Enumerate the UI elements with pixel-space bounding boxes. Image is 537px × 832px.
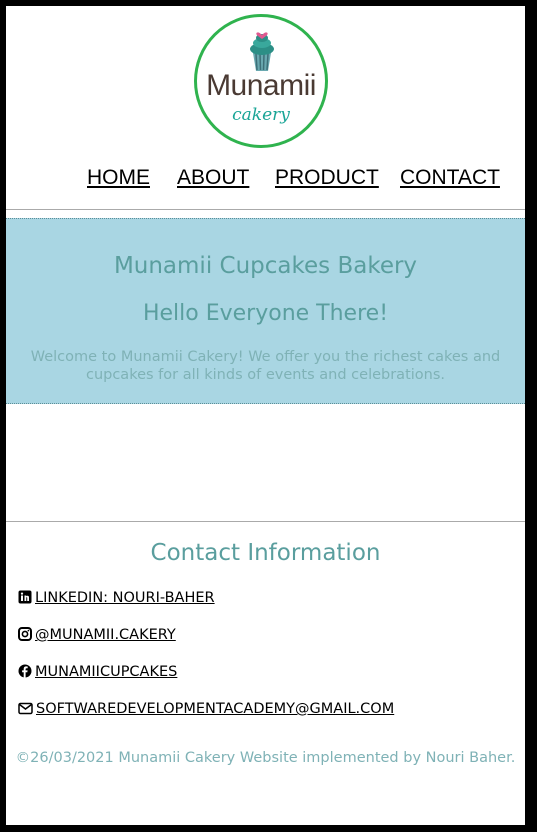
page: Munamii cakery HOME ABOUT PRODUCT CONTAC… [6,6,525,825]
linkedin-label: LINKEDIN: NOURI-BAHER [35,590,215,606]
window-shadow-bottom [10,824,537,832]
footer-copyright: ©26/03/2021 Munamii Cakery Website imple… [15,750,516,766]
nav-product-link[interactable]: PRODUCT [275,166,379,190]
facebook-icon [18,664,32,678]
envelope-icon [18,702,33,715]
linkedin-icon [18,590,32,604]
instagram-icon [18,627,32,641]
hero-description: Welcome to Munamii Cakery! We offer you … [30,349,501,383]
main-nav: HOME ABOUT PRODUCT CONTACT [6,166,525,206]
facebook-link[interactable]: MUNAMIICUPCAKES [18,664,177,680]
facebook-label: MUNAMIICUPCAKES [35,664,178,680]
logo-sub-text: cakery [232,105,290,125]
nav-divider [6,209,525,210]
nav-home-link[interactable]: HOME [87,166,150,190]
hero-banner: Munamii Cupcakes Bakery Hello Everyone T… [6,218,525,404]
hero-title: Munamii Cupcakes Bakery [113,253,418,279]
cupcake-icon [250,32,274,71]
munamii-logo[interactable]: Munamii cakery [194,14,328,148]
window-shadow-right [529,10,537,832]
contact-title: Contact Information [150,540,381,566]
linkedin-link[interactable]: LINKEDIN: NOURI-BAHER [18,590,215,606]
instagram-link[interactable]: @MUNAMII.CAKERY [18,627,176,643]
logo-brand-text: Munamii [206,69,316,102]
hero-subtitle: Hello Everyone There! [142,301,389,326]
email-link[interactable]: SOFTWAREDEVELOPMENTACADEMY@GMAIL.COM [18,701,394,717]
email-label: SOFTWAREDEVELOPMENTACADEMY@GMAIL.COM [36,701,395,717]
instagram-label: @MUNAMII.CAKERY [35,627,176,643]
nav-about-link[interactable]: ABOUT [177,166,249,190]
nav-contact-link[interactable]: CONTACT [400,166,500,190]
section-divider [6,521,525,522]
